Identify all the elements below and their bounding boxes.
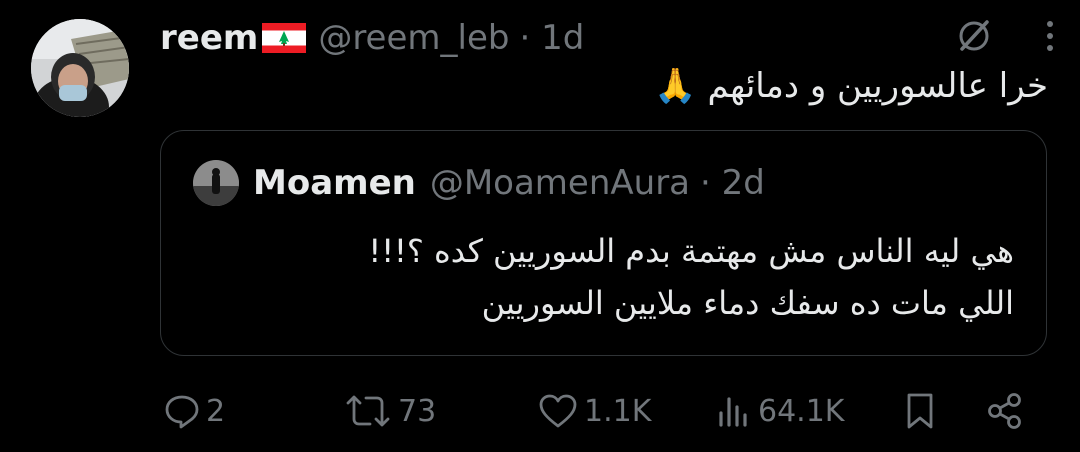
bookmark-button[interactable] [904,387,936,435]
author-avatar[interactable] [31,19,129,117]
retweet-button[interactable]: 73 [344,387,436,435]
author-handle[interactable]: @reem_leb [318,18,509,58]
quoted-author-avatar[interactable] [193,160,239,206]
header-icons [954,16,1056,56]
reply-button[interactable]: 2 [164,387,225,435]
tweet-timestamp[interactable]: · 1d [519,18,584,58]
view-count: 64.1K [758,393,845,429]
quoted-tweet-text: هي ليه الناس مش مهتمة بدم السوريين كده ؟… [194,225,1014,329]
views-icon [719,397,747,427]
tweet-text: خرا عالسوريين و دمائهم 🙏 [654,66,1048,106]
like-button[interactable]: 1.1K [538,387,651,435]
quoted-tweet-header: Moamen @MoamenAura · 2d [193,159,765,207]
share-button[interactable] [986,387,1024,435]
lebanon-flag-icon [262,23,307,53]
retweet-count: 73 [398,393,437,429]
quoted-avatar-photo [193,160,239,206]
share-icon [988,393,1021,429]
tweet-header: reem @reem_leb · 1d [160,16,584,60]
quoted-tweet[interactable]: Moamen @MoamenAura · 2d هي ليه الناس مش … [160,130,1047,356]
retweet-icon [346,395,390,427]
quoted-text-line: هي ليه الناس مش مهتمة بدم السوريين كده ؟… [368,232,1014,270]
quoted-author-handle[interactable]: @MoamenAura [430,163,690,203]
grok-icon[interactable] [954,16,994,56]
quoted-text-line: اللي مات ده سفك دماء ملايين السوريين [481,284,1014,322]
reply-icon [165,395,199,429]
avatar-photo [31,19,129,117]
heart-icon [539,394,577,428]
bookmark-icon [907,393,933,429]
reply-count: 2 [206,393,226,429]
tweet-action-bar: 2 73 1.1K 64.1K [160,387,1030,435]
like-count: 1.1K [584,393,652,429]
views-button[interactable]: 64.1K [716,387,844,435]
quoted-author-display-name[interactable]: Moamen [253,163,416,203]
more-options-icon[interactable] [1044,16,1056,56]
quoted-tweet-timestamp[interactable]: · 2d [700,163,765,203]
author-display-name[interactable]: reem [160,18,258,58]
